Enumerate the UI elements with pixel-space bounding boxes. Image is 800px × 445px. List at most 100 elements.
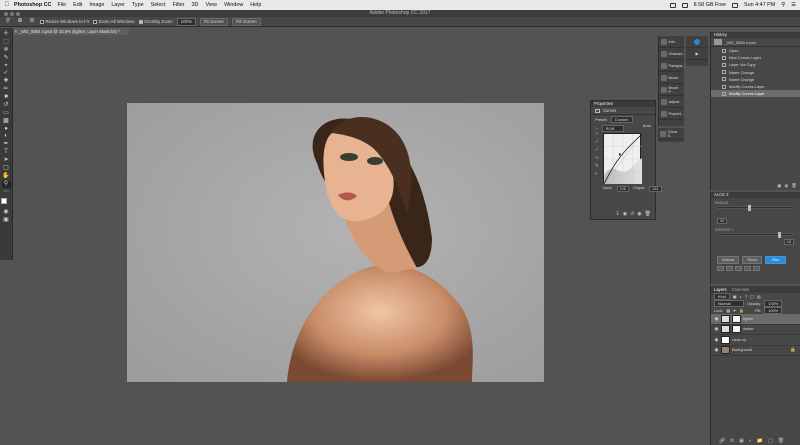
new-group-icon[interactable]: 📁 bbox=[757, 438, 763, 444]
layer-name[interactable]: darker bbox=[743, 327, 754, 331]
clone-stamp-tool-icon[interactable]: ■ bbox=[2, 94, 11, 101]
zoom-tool-icon[interactable]: ⚲ bbox=[4, 18, 12, 25]
link-layers-icon[interactable]: 🔗 bbox=[719, 438, 725, 444]
zoom-all-windows-checkbox[interactable]: Zoom All Windows bbox=[92, 19, 135, 24]
dropbox-icon[interactable] bbox=[669, 2, 676, 8]
new-document-from-state-icon[interactable]: ▣ bbox=[777, 183, 781, 189]
dock-character[interactable]: Charact... bbox=[659, 48, 685, 60]
search-icon[interactable]: ⚲ bbox=[781, 2, 785, 8]
eye-icon[interactable]: ◉ bbox=[714, 316, 719, 322]
view-previous-icon[interactable]: ◉ bbox=[623, 211, 627, 217]
filter-smart-object-icon[interactable]: ▤ bbox=[757, 294, 761, 299]
layer-row-lighter[interactable]: ◉ lighter bbox=[711, 314, 800, 325]
dock-actions-toggle[interactable]: ▶ bbox=[686, 48, 708, 60]
preset-icon[interactable] bbox=[726, 266, 733, 271]
filter-type-icon[interactable]: T bbox=[745, 294, 747, 299]
history-brush-tool-icon[interactable]: ↺ bbox=[2, 102, 11, 109]
shape-tool-icon[interactable]: ▢ bbox=[2, 165, 11, 172]
fill-field[interactable]: 100% bbox=[764, 307, 783, 314]
layer-row-darker[interactable]: ◉ darker bbox=[711, 325, 800, 335]
menu-edit[interactable]: Edit bbox=[73, 2, 82, 8]
intensity-value-field[interactable]: 18 bbox=[783, 239, 794, 245]
canvas-image[interactable] bbox=[127, 103, 544, 382]
menu-list-icon[interactable]: ☰ bbox=[791, 2, 796, 8]
quick-mask-icon[interactable]: ◉ bbox=[2, 209, 11, 216]
radius-value-field[interactable]: 30 bbox=[717, 218, 728, 224]
lock-pixels-icon[interactable]: ▦ bbox=[726, 308, 730, 313]
history-item[interactable]: New Curves Layer bbox=[711, 54, 800, 61]
intensity-slider-knob[interactable] bbox=[778, 232, 781, 238]
input-value-field[interactable]: 106 bbox=[616, 186, 629, 192]
gray-point-eyedropper-icon[interactable]: ✓ bbox=[595, 139, 602, 145]
fill-screen-button[interactable]: Fill Screen bbox=[231, 17, 261, 26]
app-menu[interactable]: Photoshop CC bbox=[14, 2, 51, 8]
dock-paragraph[interactable]: Paragra... bbox=[659, 60, 685, 72]
lasso-tool-icon[interactable]: ❄ bbox=[2, 47, 11, 54]
menu-image[interactable]: Image bbox=[89, 2, 104, 8]
minimize-window-icon[interactable] bbox=[10, 11, 14, 16]
brush-tool-icon[interactable]: ✏ bbox=[2, 86, 11, 93]
tab-channels[interactable]: Channels bbox=[732, 286, 750, 293]
kind-filter-select[interactable]: Kind bbox=[714, 293, 730, 300]
history-item[interactable]: Modify Curves Layer bbox=[711, 83, 800, 90]
eraser-tool-icon[interactable]: ▭ bbox=[2, 110, 11, 117]
layer-name[interactable]: clean up bbox=[732, 338, 746, 342]
new-layer-icon[interactable]: ▢ bbox=[768, 438, 773, 444]
battery-icon[interactable] bbox=[732, 2, 739, 8]
reset-icon[interactable]: ↺ bbox=[630, 211, 634, 217]
dock-properties[interactable]: Propert... bbox=[659, 108, 684, 120]
marquee-tool-icon[interactable]: ⬚ bbox=[2, 39, 11, 46]
foreground-color-swatch[interactable] bbox=[1, 198, 7, 205]
more-tools-icon[interactable]: ⋯ bbox=[2, 189, 11, 196]
dock-adjustments[interactable]: Adjust... bbox=[659, 96, 684, 108]
blur-tool-icon[interactable]: ● bbox=[2, 126, 11, 133]
menu-filter[interactable]: Filter bbox=[173, 2, 185, 8]
preset-select[interactable]: Custom bbox=[610, 116, 633, 123]
apple-icon[interactable]:  bbox=[0, 2, 14, 8]
curve-edit-icon[interactable]: ∿ bbox=[595, 155, 602, 161]
auto-button[interactable]: Auto bbox=[643, 123, 651, 128]
type-tool-icon[interactable]: T bbox=[2, 149, 11, 156]
actions-button[interactable]: Actions bbox=[717, 256, 740, 264]
dock-clone-source[interactable]: Clone S... bbox=[658, 128, 684, 140]
hand-tool-icon[interactable]: ✋ bbox=[2, 173, 11, 180]
healing-brush-tool-icon[interactable]: ✚ bbox=[2, 78, 11, 85]
preset-icon[interactable] bbox=[717, 266, 724, 271]
scrubby-zoom-checkbox[interactable]: Scrubby Zoom bbox=[138, 19, 173, 24]
pen-tool-icon[interactable]: ✒ bbox=[2, 141, 11, 148]
lock-position-icon[interactable]: ✛ bbox=[733, 308, 736, 313]
layer-row-background[interactable]: ◉ Background 🔒 bbox=[711, 346, 800, 356]
lock-all-icon[interactable]: 🔒 bbox=[739, 308, 744, 313]
menu-help[interactable]: Help bbox=[250, 2, 261, 8]
menu-select[interactable]: Select bbox=[151, 2, 166, 8]
eye-icon[interactable]: ◉ bbox=[714, 326, 719, 332]
move-tool-icon[interactable]: ✛ bbox=[2, 31, 11, 38]
clock[interactable]: Sun 4:47 PM bbox=[744, 2, 775, 8]
crop-tool-icon[interactable]: ⌖ bbox=[2, 63, 11, 70]
close-tab-icon[interactable]: × bbox=[15, 28, 18, 35]
visibility-icon[interactable]: ◉ bbox=[637, 211, 641, 217]
history-item[interactable]: Layer Via Copy bbox=[711, 61, 800, 68]
run-button[interactable]: Run bbox=[765, 256, 787, 264]
history-item-current[interactable]: Modify Curves Layer bbox=[711, 90, 800, 98]
tab-layers[interactable]: Layers bbox=[714, 286, 727, 293]
delete-icon[interactable]: 🗑 bbox=[645, 211, 651, 217]
fit-screen-button[interactable]: Fit Screen bbox=[199, 17, 228, 26]
history-snapshot[interactable]: _MG_0084 4.psd bbox=[711, 38, 800, 47]
layer-mask-thumbnail[interactable] bbox=[732, 325, 741, 334]
layer-style-icon[interactable]: fx bbox=[730, 438, 734, 444]
intensity-slider[interactable] bbox=[717, 232, 794, 238]
menu-file[interactable]: File bbox=[57, 2, 66, 8]
dock-info[interactable]: Info bbox=[659, 36, 684, 48]
preset-icon[interactable] bbox=[744, 266, 751, 271]
layer-name[interactable]: lighter bbox=[743, 317, 753, 321]
preset-icon[interactable] bbox=[735, 266, 742, 271]
history-item[interactable]: Name Change bbox=[711, 69, 800, 76]
output-value-field[interactable]: 151 bbox=[649, 186, 662, 192]
black-point-eyedropper-icon[interactable]: ✓ bbox=[595, 131, 602, 137]
clip-to-layer-icon[interactable]: ↧ bbox=[615, 211, 619, 217]
dock-brush[interactable]: Brush bbox=[659, 72, 684, 84]
pencil-draw-icon[interactable]: ✎ bbox=[595, 163, 602, 169]
layer-name[interactable]: Background bbox=[732, 348, 752, 352]
eyedropper-tool-icon[interactable]: ✓ bbox=[2, 70, 11, 77]
